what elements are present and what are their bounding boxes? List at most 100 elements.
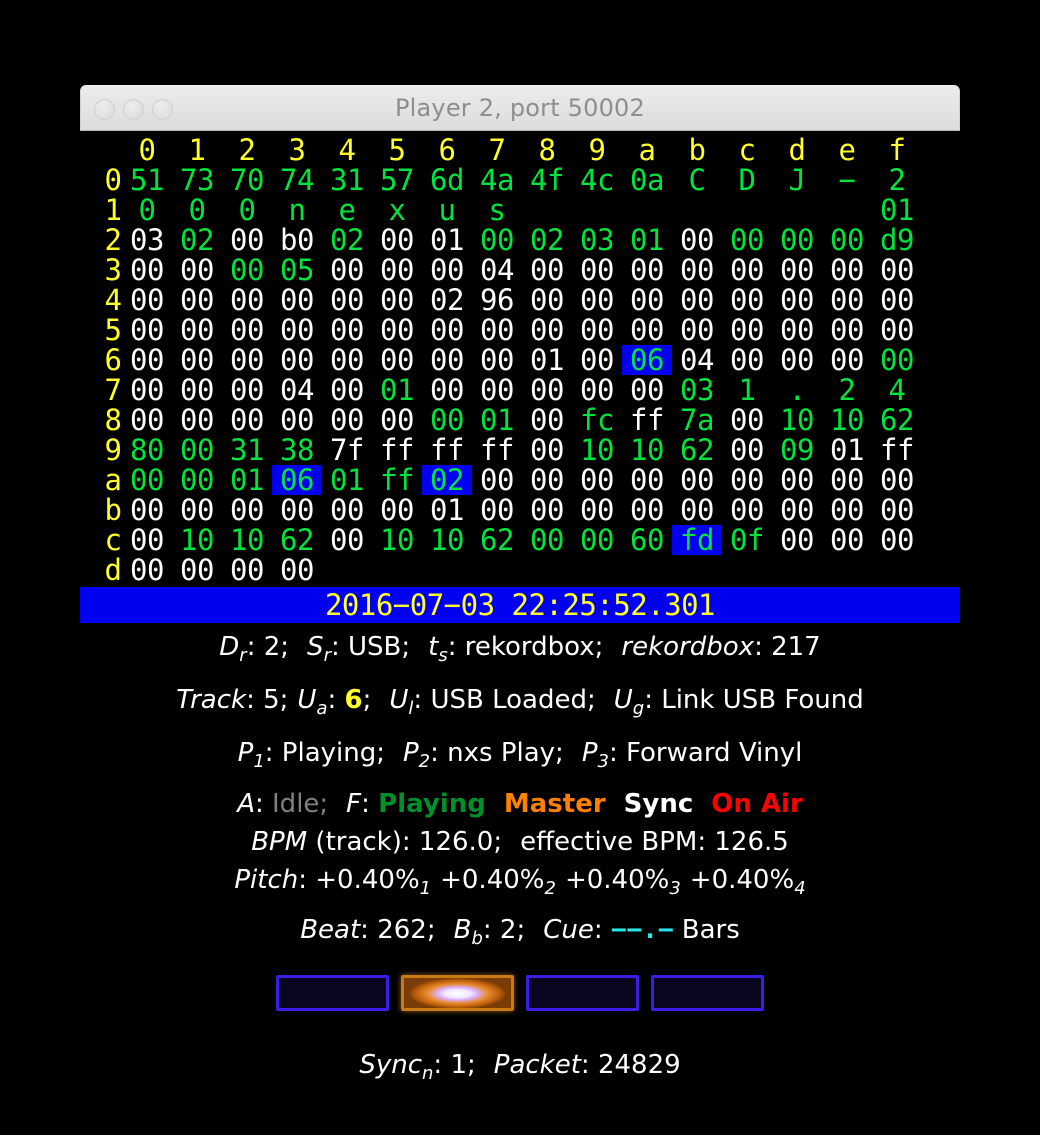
hex-cell: 00 [880,283,914,317]
hex-cell: 00 [730,283,764,317]
hex-cell: 00 [630,313,664,347]
hex-cell: 00 [230,343,264,377]
hex-cell: 00 [530,313,564,347]
usb-active-label: U [297,685,317,716]
hex-row-offset: 5 [104,313,122,347]
hex-cell: 00 [530,373,564,407]
hex-col-header: e [838,133,856,167]
traffic-light-group [94,86,173,132]
hex-cell: 02 [530,223,564,257]
hex-cell: 00 [380,253,414,287]
hex-cell: 00 [330,343,364,377]
cue-value: −−.− [610,914,674,945]
window-title: Player 2, port 50002 [394,94,645,122]
hex-cell: 10 [830,403,864,437]
hex-cell: 01 [430,223,464,257]
hex-cell: 57 [380,163,414,197]
hex-cell: 0f [730,523,764,557]
hex-row: 8 00 00 00 00 00 00 00 01 00 fc ff 7a 00 10 10 62 [80,405,960,435]
sync-number-value: 1; [450,1049,476,1080]
zoom-icon[interactable] [152,98,173,120]
bpm-value: 126.0; [418,826,503,857]
hex-cell: 00 [280,343,314,377]
hex-col-header: f [888,133,906,167]
hex-cell: 10 [230,523,264,557]
hex-cell: 31 [330,163,364,197]
p2-colon: : [430,738,448,769]
p1-label: P [237,738,254,769]
hex-cell: 00 [630,463,664,497]
hex-cell: 10 [380,523,414,557]
hex-cell: 00 [430,373,464,407]
bpm-label: BPM [251,826,308,857]
hex-cell: 00 [380,223,414,257]
hex-cell: b0 [280,223,314,257]
hex-cell: 00 [230,283,264,317]
status-line-track: Track: 5; Ua: 6; Ul: USB Loaded; Ug: Link U… [80,678,960,731]
beat-value: 262; [377,914,436,945]
hex-cell: 00 [380,493,414,527]
hex-cell: 6d [430,163,464,197]
hex-col-header: 9 [588,133,606,167]
usb-global-value: Link USB Found [661,685,864,716]
slot-label: S [307,632,324,662]
hex-cell: 00 [580,253,614,287]
hex-cell: 00 [530,463,564,497]
pitch-index-2: 2 [544,877,556,899]
hex-col-header: 2 [238,133,256,167]
hex-row-offset: 2 [104,223,122,257]
hex-cell: 03 [580,223,614,257]
hex-cell: 00 [330,313,364,347]
hex-cell: 01 [380,373,414,407]
hex-cell: 4c [580,163,614,197]
hex-cell: 00 [380,313,414,347]
pitch-index-3: 3 [669,877,681,899]
p3-label: P [581,738,598,769]
beat-within-bar-colon: : [482,914,500,945]
usb-local-value: USB Loaded; [430,685,596,716]
window-titlebar[interactable]: Player 2, port 50002 [80,85,960,131]
hex-cell: 00 [230,493,264,527]
hex-cell: 00 [830,523,864,557]
hex-row: 2 03 02 00 b0 02 00 01 00 02 03 01 00 00 00 00 d9 [80,225,960,255]
f-colon: : [361,788,379,819]
a-value: Idle; [272,788,329,819]
minimize-icon[interactable] [123,98,144,120]
hex-cell: 09 [780,433,814,467]
hex-cell: ff [880,433,914,467]
hex-col-header: 1 [188,133,206,167]
close-icon[interactable] [94,98,115,120]
usb-global-sublabel: g [632,698,645,720]
pitch-index-4: 4 [794,877,806,899]
hex-row-offset: d [104,553,122,587]
status-pane: Dr: 2; Sr: USB; ts: rekordbox; rekordbox: 2… [80,623,960,1097]
hex-cell: 00 [180,373,214,407]
hex-cell: 00 [180,253,214,287]
hex-cell: 00 [880,253,914,287]
track-type-label: t [428,632,439,662]
hex-cell: C [688,163,706,197]
beat-within-bar-value: 2; [499,914,526,945]
hex-cell: 00 [180,463,214,497]
hex-col-header: c [738,133,756,167]
usb-active-sublabel: a [316,698,328,720]
hex-cell: 00 [730,493,764,527]
hex-cell: − [838,163,856,197]
hex-cell: 00 [230,373,264,407]
hex-cell: 00 [780,313,814,347]
hex-cell: 00 [580,283,614,317]
p3-sublabel: 3 [597,751,609,773]
hex-cell: n [288,193,306,227]
hex-cell: 00 [530,493,564,527]
cue-label: Cue [543,914,594,945]
hex-cell: 7a [680,403,714,437]
hex-cell: s [488,193,506,227]
hex-row-offset: b [104,493,122,527]
hex-cell: 00 [580,343,614,377]
hex-cell: 00 [730,433,764,467]
hex-cell: 00 [680,463,714,497]
hex-cell: 00 [130,313,164,347]
track-colon: : [246,685,264,716]
hex-cell: 00 [380,343,414,377]
slot-sublabel: r [323,645,331,667]
